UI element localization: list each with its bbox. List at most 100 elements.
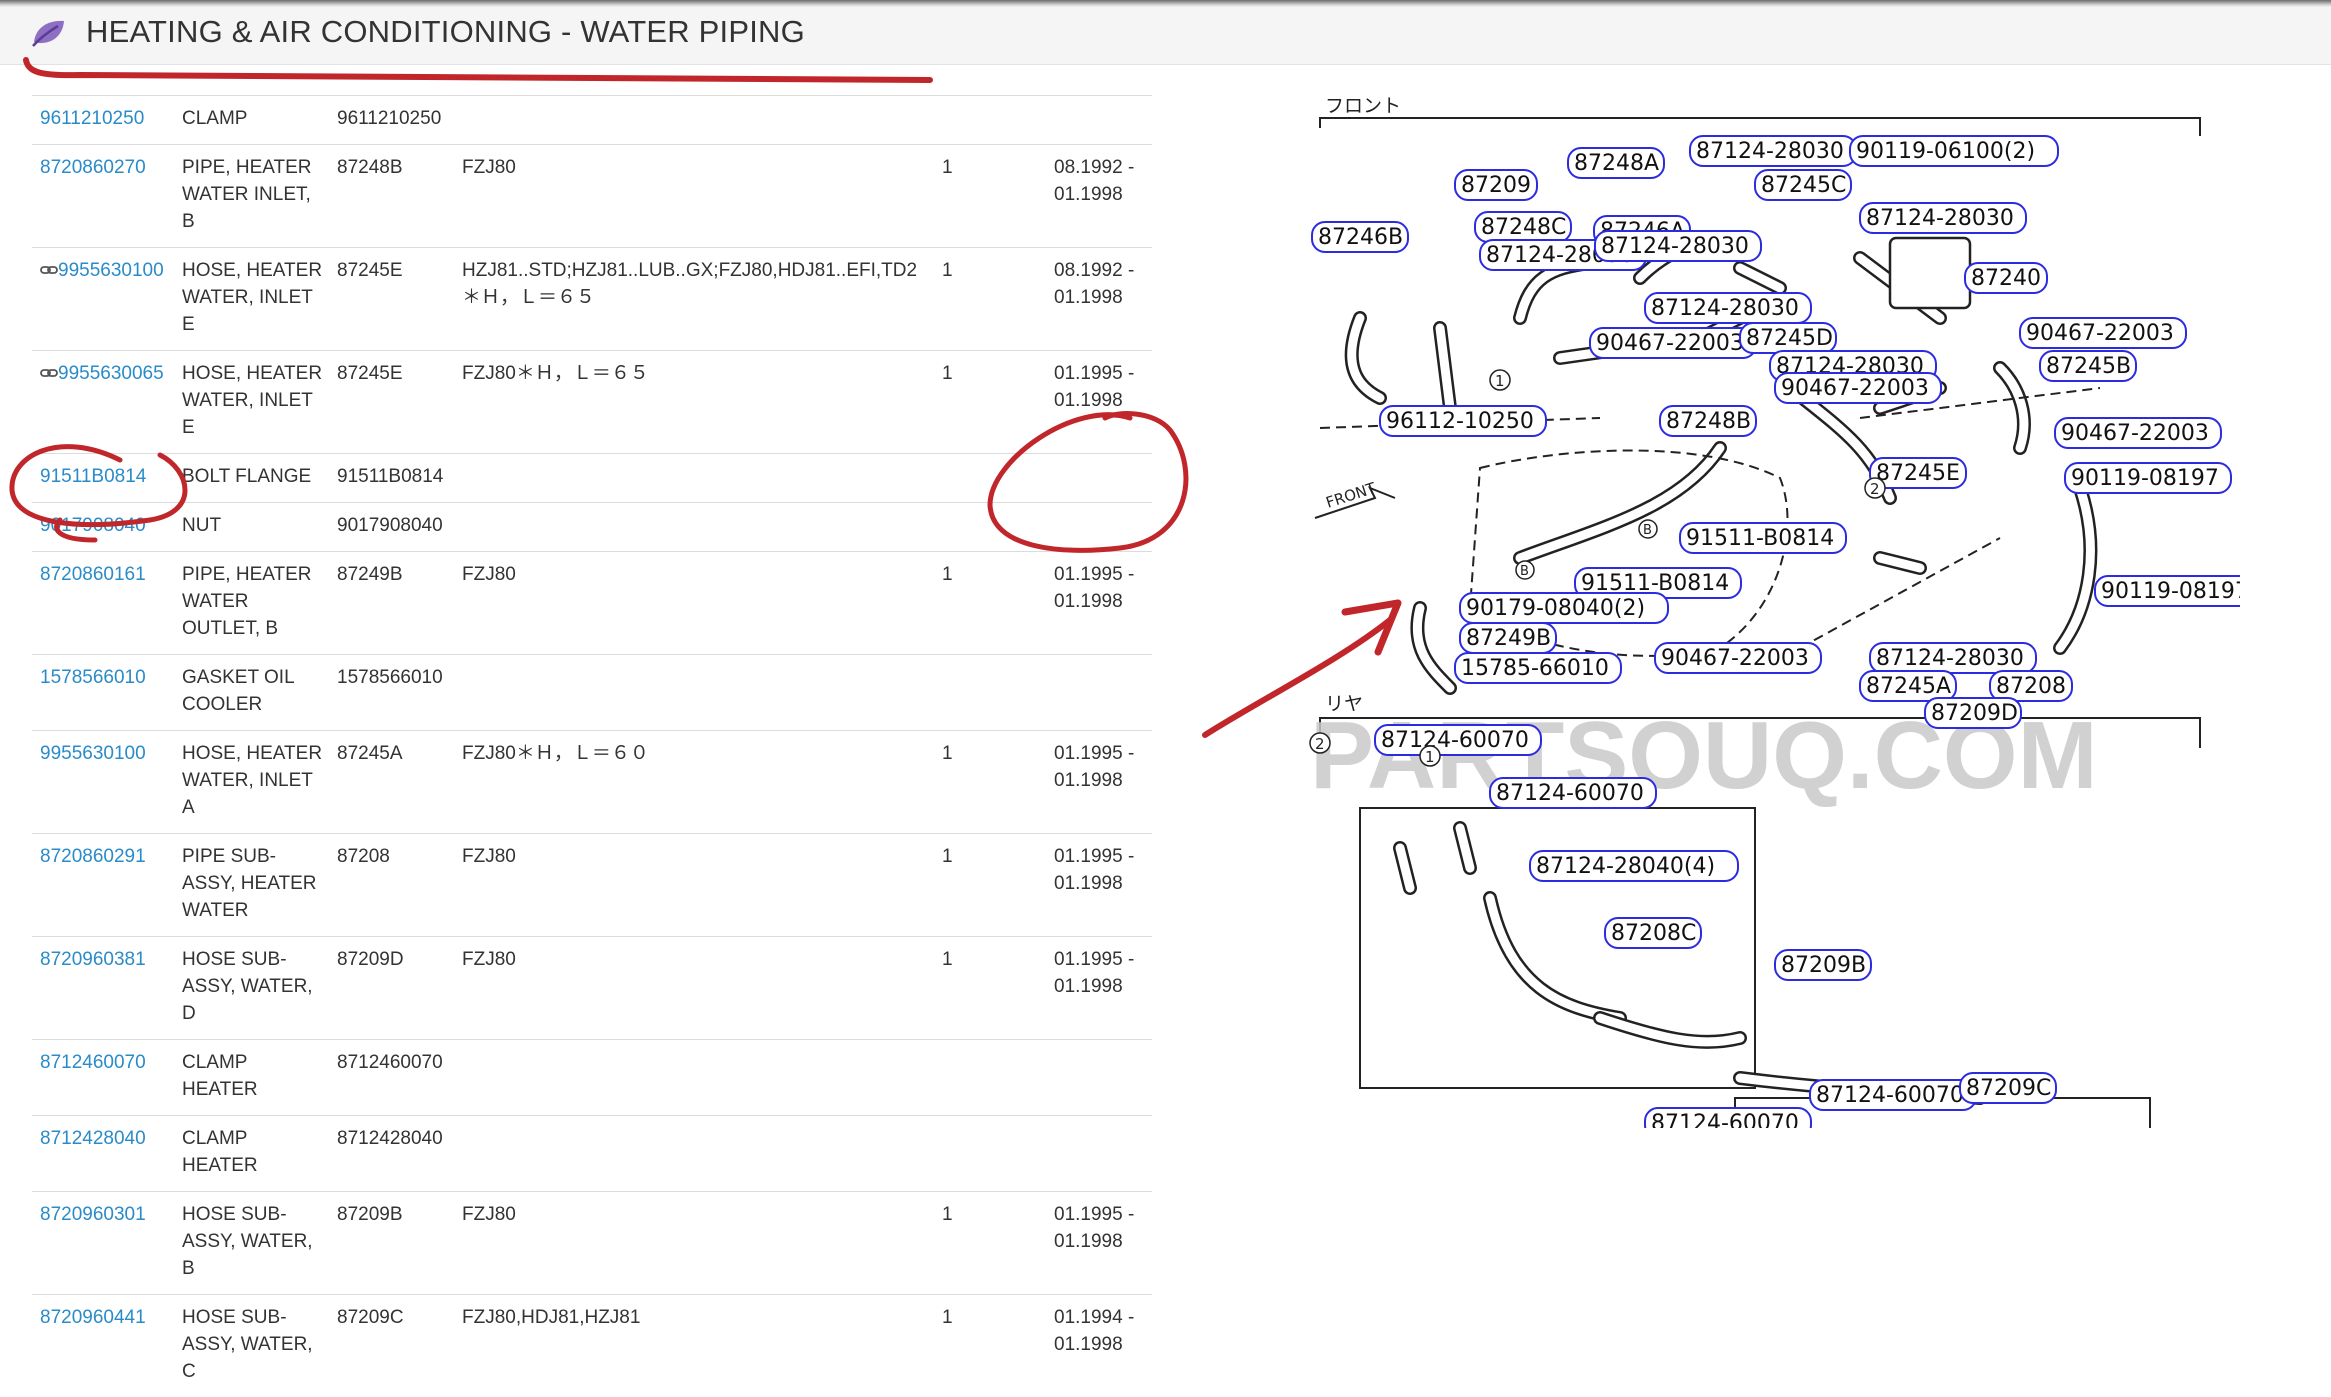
part-number-link[interactable]: 9611210250	[40, 108, 144, 129]
part-number-link[interactable]: 8720860270	[40, 157, 146, 178]
part-code: 87208	[337, 846, 390, 867]
part-name: GASKET OIL COOLER	[182, 667, 294, 715]
part-number-link[interactable]: 91511B0814	[40, 466, 146, 487]
pipe-fill	[2060, 488, 2090, 648]
part-code: 87245A	[337, 743, 403, 764]
cell-qty	[934, 96, 1046, 145]
part-name: PIPE, HEATER WATER INLET, B	[182, 157, 312, 232]
table-row: 8720860270PIPE, HEATER WATER INLET, B872…	[32, 145, 1152, 248]
callout-number: 2	[1870, 480, 1880, 498]
cell-note	[454, 1040, 934, 1116]
part-label: 87124-28030	[1696, 139, 1844, 164]
part-date: 01.1995 - 01.1998	[1054, 846, 1134, 894]
part-name: HOSE SUB-ASSY, WATER, B	[182, 1204, 313, 1279]
cell-date: 01.1995 - 01.1998	[1046, 834, 1152, 937]
part-name: HOSE, HEATER WATER, INLET E	[182, 260, 322, 335]
part-name: NUT	[182, 515, 221, 536]
cell-number: 8720860291	[32, 834, 174, 937]
cell-note: FZJ80	[454, 834, 934, 937]
cell-note: FZJ80	[454, 937, 934, 1040]
cell-date: 01.1994 - 01.1998	[1046, 1295, 1152, 1397]
cell-name: PIPE, HEATER WATER INLET, B	[174, 145, 329, 248]
cell-qty: 1	[934, 834, 1046, 937]
cell-qty: 1	[934, 248, 1046, 351]
part-number-link[interactable]: 1578566010	[40, 667, 146, 688]
part-number-link[interactable]: 8720960301	[40, 1204, 146, 1225]
cell-number: 8720860270	[32, 145, 174, 248]
part-note: FZJ80	[462, 846, 516, 867]
part-date: 08.1992 - 01.1998	[1054, 157, 1134, 205]
bolt-mark: B	[1643, 523, 1652, 538]
part-label: 90119-06100(2)	[1856, 139, 2035, 164]
part-number-link[interactable]: 9955630100	[58, 260, 164, 281]
cell-qty: 1	[934, 351, 1046, 454]
part-qty: 1	[942, 564, 953, 585]
cell-date: 01.1995 - 01.1998	[1046, 937, 1152, 1040]
page-title: HEATING & AIR CONDITIONING - WATER PIPIN…	[86, 14, 805, 50]
part-note: FZJ80	[462, 1204, 516, 1225]
table-row: 8720860161PIPE, HEATER WATER OUTLET, B87…	[32, 552, 1152, 655]
cell-date	[1046, 454, 1152, 503]
part-name: HOSE, HEATER WATER, INLET A	[182, 743, 322, 818]
part-label: 87245D	[1746, 326, 1833, 351]
cell-code: 87245E	[329, 248, 454, 351]
table-row: 8720960441HOSE SUB-ASSY, WATER, C87209CF…	[32, 1295, 1152, 1397]
cell-qty	[934, 655, 1046, 731]
part-number-link[interactable]: 8720960441	[40, 1307, 146, 1328]
cell-note	[454, 96, 934, 145]
part-label: 87248C	[1481, 215, 1566, 240]
part-label: 87124-28040(4)	[1536, 854, 1715, 879]
part-date: 01.1995 - 01.1998	[1054, 949, 1134, 997]
part-label: 87246B	[1318, 225, 1403, 250]
cell-qty: 1	[934, 1295, 1046, 1397]
cell-date: 01.1995 - 01.1998	[1046, 552, 1152, 655]
part-note: FZJ80,HDJ81,HZJ81	[462, 1307, 640, 1328]
part-qty: 1	[942, 846, 953, 867]
parts-diagram[interactable]: フロントリヤFRONTPARTSOUQ.COM8720987248A87124-…	[1300, 88, 2240, 1128]
cell-name: CLAMP HEATER	[174, 1040, 329, 1116]
part-number-link[interactable]: 8712428040	[40, 1128, 146, 1149]
table-row: 8720860291PIPE SUB-ASSY, HEATER WATER872…	[32, 834, 1152, 937]
leaf-icon[interactable]	[30, 16, 66, 48]
cell-number: 9955630100	[32, 731, 174, 834]
part-number-link[interactable]: 8720960381	[40, 949, 146, 970]
part-date: 01.1995 - 01.1998	[1054, 363, 1134, 411]
cell-name: HOSE, HEATER WATER, INLET E	[174, 248, 329, 351]
part-note: FZJ80＊Ｈ，Ｌ＝６０	[462, 743, 649, 764]
table-row: 9955630100 HOSE, HEATER WATER, INLET E872…	[32, 248, 1152, 351]
part-qty: 1	[942, 1204, 953, 1225]
cell-note: FZJ80	[454, 145, 934, 248]
part-number-link[interactable]: 8712460070	[40, 1052, 146, 1073]
cell-qty	[934, 1040, 1046, 1116]
part-number-link[interactable]: 9955630100	[40, 743, 146, 764]
part-number-link[interactable]: 8720860161	[40, 564, 146, 585]
cell-number: 9955630100	[32, 248, 174, 351]
part-label: 15785-66010	[1461, 656, 1609, 681]
part-label: 87248A	[1574, 151, 1659, 176]
part-label: 90467-22003	[1781, 376, 1929, 401]
table-row: 91511B0814BOLT FLANGE91511B0814	[32, 454, 1152, 503]
cell-qty: 1	[934, 552, 1046, 655]
part-number-link[interactable]: 9017908040	[40, 515, 146, 536]
part-label: 87124-28030	[1651, 296, 1799, 321]
part-date: 01.1994 - 01.1998	[1054, 1307, 1134, 1355]
cell-name: NUT	[174, 503, 329, 552]
part-qty: 1	[942, 157, 953, 178]
part-label: 90467-22003	[1661, 646, 1809, 671]
part-code: 9611210250	[337, 108, 441, 129]
cell-date: 08.1992 - 01.1998	[1046, 145, 1152, 248]
part-number-link[interactable]: 8720860291	[40, 846, 146, 867]
part-code: 9017908040	[337, 515, 443, 536]
part-qty: 1	[942, 260, 953, 281]
part-label: 87249B	[1466, 626, 1551, 651]
part-code: 87209B	[337, 1204, 403, 1225]
cell-code: 87245E	[329, 351, 454, 454]
cell-number: 8720860161	[32, 552, 174, 655]
cell-code: 9017908040	[329, 503, 454, 552]
cell-note: HZJ81..STD;HZJ81..LUB..GX;FZJ80,HDJ81..E…	[454, 248, 934, 351]
part-number-link[interactable]: 9955630065	[58, 363, 164, 384]
callout-number: 1	[1425, 748, 1435, 766]
cell-note	[454, 655, 934, 731]
part-name: HOSE, HEATER WATER, INLET E	[182, 363, 322, 438]
cell-date	[1046, 503, 1152, 552]
